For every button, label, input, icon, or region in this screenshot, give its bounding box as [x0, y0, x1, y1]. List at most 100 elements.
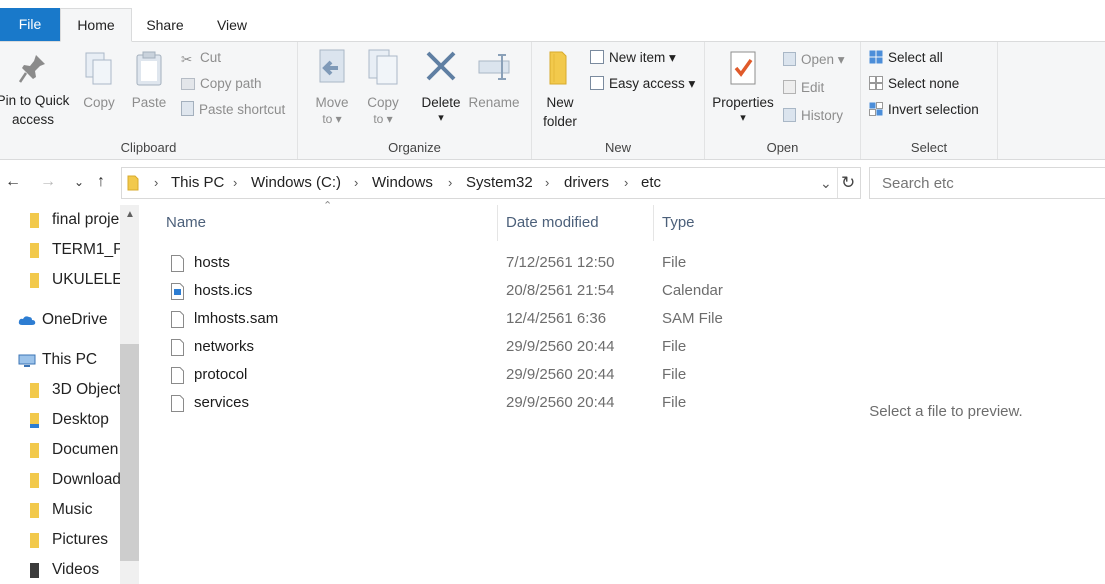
pin-label-1: Pin to Quick — [0, 93, 70, 108]
paste-button[interactable]: Paste — [128, 50, 170, 112]
new-folder-button[interactable]: New folder — [536, 48, 584, 131]
delete-button[interactable]: Delete ▾ — [416, 48, 466, 124]
nav-item-label: TERM1_P — [52, 241, 120, 258]
edit-button[interactable]: Edit — [783, 77, 824, 99]
tab-view[interactable]: View — [212, 9, 252, 41]
clipboard-group-label: Clipboard — [120, 140, 177, 155]
column-header-type[interactable]: Type — [662, 205, 695, 241]
scissors-icon: ✂ — [181, 52, 193, 67]
sort-ascending-icon: ⌃ — [323, 200, 333, 212]
tab-file[interactable]: File — [0, 8, 60, 41]
new-item-button[interactable]: New item ▾ — [590, 47, 676, 69]
nav-item-documents[interactable]: Documen — [30, 436, 118, 464]
move-to-label-2: to ▾ — [322, 112, 342, 126]
history-button[interactable]: History — [783, 105, 843, 127]
file-row[interactable]: services 29/9/2560 20:44 File — [140, 389, 787, 417]
move-to-button[interactable]: Move to ▾ — [310, 48, 354, 126]
forward-arrow-icon[interactable]: → — [40, 168, 56, 196]
file-row[interactable]: protocol 29/9/2560 20:44 File — [140, 361, 787, 389]
breadcrumb-etc[interactable]: etc — [641, 168, 661, 198]
column-header-name[interactable]: Name — [166, 205, 206, 241]
nav-item-downloads[interactable]: Download — [30, 466, 120, 494]
new-item-label: New item — [609, 50, 666, 65]
scroll-up-arrow-icon[interactable]: ▲ — [125, 209, 135, 220]
nav-item-desktop[interactable]: Desktop — [30, 406, 109, 434]
nav-item-label: Videos — [52, 561, 100, 578]
nav-item-3d-objects[interactable]: 3D Object — [30, 376, 120, 404]
file-type: Calendar — [662, 282, 723, 299]
address-bar[interactable]: › This PC › Windows (C:) › Windows › Sys… — [121, 167, 861, 199]
copy-to-label-2: to ▾ — [373, 112, 393, 126]
search-input[interactable] — [880, 168, 1104, 198]
tab-share[interactable]: Share — [140, 9, 190, 41]
invert-selection-button[interactable]: Invert selection — [869, 99, 979, 121]
nav-item-pictures[interactable]: Pictures — [30, 526, 108, 554]
file-list: ⌃ Name Date modified Type hosts 7/12/256… — [140, 200, 787, 584]
select-all-icon — [869, 50, 883, 64]
documents-folder-icon — [30, 443, 39, 458]
onedrive-cloud-icon — [18, 316, 36, 325]
nav-item-label: Desktop — [52, 411, 109, 428]
nav-scrollbar[interactable]: ▲ — [120, 205, 139, 584]
nav-item-term1[interactable]: TERM1_P — [30, 236, 120, 264]
nav-item-this-pc[interactable]: This PC — [18, 346, 97, 374]
delete-x-icon — [426, 51, 456, 81]
open-button[interactable]: Open ▾ — [783, 49, 845, 71]
file-row[interactable]: hosts 7/12/2561 12:50 File — [140, 249, 787, 277]
breadcrumb-separator: › — [154, 175, 159, 190]
address-history-chevron-icon[interactable]: ⌄ — [820, 168, 832, 198]
cut-button[interactable]: ✂ Cut — [181, 47, 221, 69]
nav-item-label: This PC — [42, 351, 98, 368]
breadcrumb-drivers[interactable]: drivers — [564, 168, 609, 198]
file-type: File — [662, 338, 687, 355]
properties-button[interactable]: Properties ▾ — [707, 48, 779, 124]
copy-button[interactable]: Copy — [78, 50, 120, 112]
easy-access-icon — [590, 76, 604, 90]
file-row[interactable]: lmhosts.sam 12/4/2561 6:36 SAM File — [140, 305, 787, 333]
file-date: 7/12/2561 12:50 — [506, 254, 615, 271]
back-arrow-icon[interactable]: ← — [5, 168, 21, 196]
select-all-button[interactable]: Select all — [869, 47, 943, 69]
nav-item-label: Download — [52, 471, 120, 488]
file-row[interactable]: hosts.ics 20/8/2561 21:54 Calendar — [140, 277, 787, 305]
file-name: hosts — [194, 254, 230, 271]
nav-item-final-project[interactable]: final proje — [30, 206, 119, 234]
paste-shortcut-button[interactable]: Paste shortcut — [181, 99, 285, 121]
nav-item-videos[interactable]: Videos — [30, 556, 99, 584]
up-arrow-icon[interactable]: ↑ — [97, 168, 105, 196]
file-icon — [171, 255, 184, 272]
copy-path-button[interactable]: Copy path — [181, 73, 262, 95]
tab-home[interactable]: Home — [60, 8, 132, 42]
breadcrumb-windows[interactable]: Windows — [372, 168, 433, 198]
refresh-icon[interactable]: ↻ — [841, 168, 855, 198]
column-header-date-modified[interactable]: Date modified — [506, 205, 599, 241]
nav-scrollbar-thumb[interactable] — [120, 344, 139, 561]
breadcrumb-windows-c[interactable]: Windows (C:) — [251, 168, 341, 198]
select-group: Select all Select none Invert selection … — [861, 42, 998, 159]
search-box[interactable] — [869, 167, 1105, 199]
breadcrumb-this-pc[interactable]: This PC — [171, 168, 224, 198]
file-type: SAM File — [662, 310, 723, 327]
select-none-label: Select none — [888, 76, 960, 91]
pin-to-quick-access-button[interactable]: Pin to Quick access — [0, 52, 74, 129]
select-none-icon — [869, 76, 883, 90]
nav-item-label: Pictures — [52, 531, 108, 548]
folder-icon — [30, 243, 39, 258]
easy-access-button[interactable]: Easy access ▾ — [590, 73, 695, 95]
history-label: History — [801, 108, 844, 123]
column-divider[interactable] — [497, 205, 498, 241]
properties-icon — [730, 51, 756, 85]
nav-item-onedrive[interactable]: OneDrive — [18, 306, 107, 334]
select-none-button[interactable]: Select none — [869, 73, 959, 95]
nav-item-music[interactable]: Music — [30, 496, 92, 524]
nav-item-ukulele[interactable]: UKULELE — [30, 266, 120, 294]
breadcrumb-separator: › — [624, 175, 629, 190]
file-name: networks — [194, 338, 255, 355]
file-row[interactable]: networks 29/9/2560 20:44 File — [140, 333, 787, 361]
breadcrumb-system32[interactable]: System32 — [466, 168, 533, 198]
column-divider[interactable] — [653, 205, 654, 241]
rename-button[interactable]: Rename — [467, 48, 521, 112]
nav-item-label: OneDrive — [42, 311, 108, 328]
copy-to-button[interactable]: Copy to ▾ — [361, 48, 405, 126]
recent-locations-chevron-icon[interactable]: ⌄ — [74, 168, 84, 196]
